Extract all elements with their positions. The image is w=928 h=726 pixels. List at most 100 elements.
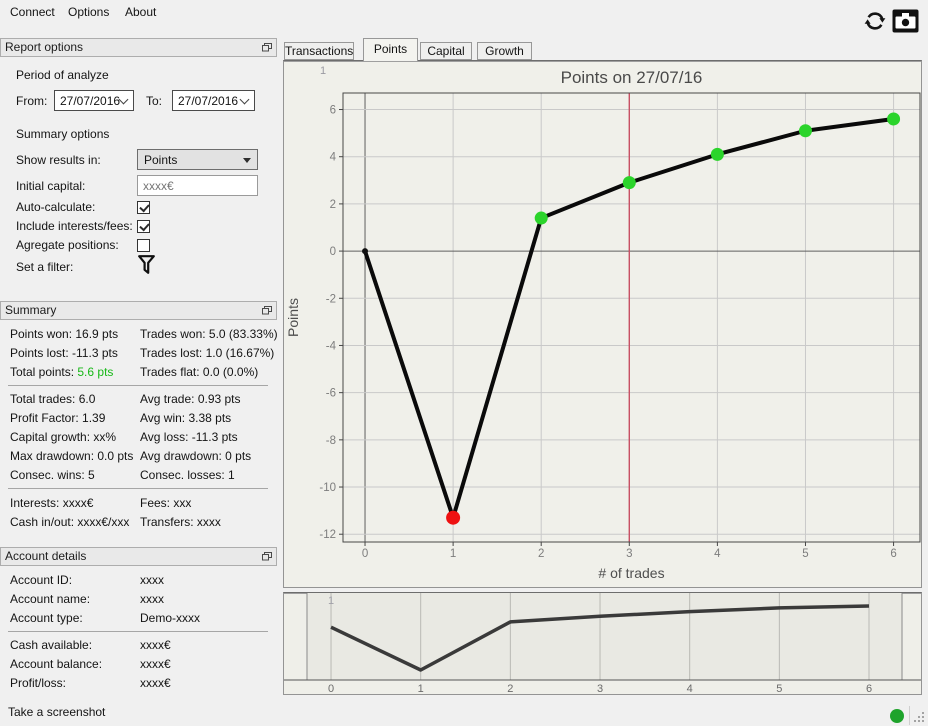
summary-header: Summary xyxy=(0,301,277,320)
menu-connect[interactable]: Connect xyxy=(6,3,59,21)
data-point xyxy=(622,176,636,190)
overview-chart-panel: 012345601 xyxy=(283,592,922,695)
agregate-positions-label: Agregate positions: xyxy=(16,238,119,252)
x-axis-label: # of trades xyxy=(598,565,664,581)
refresh-button[interactable] xyxy=(863,9,887,33)
initial-capital-label: Initial capital: xyxy=(16,179,86,193)
overview-tick-label: 5 xyxy=(776,683,782,694)
summary-options-label: Summary options xyxy=(16,127,110,141)
row-right: Avg win: 3.38 pts xyxy=(140,411,232,425)
row-left: Account ID: xyxy=(10,573,73,587)
data-row: Cash available: xxxx€ xyxy=(0,636,277,655)
separator xyxy=(8,631,268,632)
row-left: Consec. wins: 5 xyxy=(10,468,95,482)
menu-options[interactable]: Options xyxy=(64,3,113,21)
data-row: Total points: 5.6 pts Trades flat: 0.0 (0… xyxy=(0,363,277,382)
data-row: Max drawdown: 0.0 pts Avg drawdown: 0 pts xyxy=(0,447,277,466)
include-interests-checkbox[interactable] xyxy=(137,220,150,233)
separator xyxy=(8,385,268,386)
from-date-field[interactable]: 27/07/2016 xyxy=(54,90,134,111)
data-point xyxy=(362,248,369,255)
svg-text:3: 3 xyxy=(626,548,632,560)
data-row: Account type: Demo-xxxx xyxy=(0,609,277,628)
from-date-value: 27/07/2016 xyxy=(60,94,121,108)
overview-tick-label: 0 xyxy=(328,683,334,694)
svg-text:0: 0 xyxy=(330,246,336,258)
row-left: Account balance: xyxy=(10,657,103,671)
filter-funnel-icon xyxy=(138,255,155,274)
svg-text:2: 2 xyxy=(330,199,336,211)
float-panel-icon xyxy=(262,43,272,52)
row-left: Profit Factor: 1.39 xyxy=(10,411,106,425)
summary-group-stats: Total trades: 6.0 Avg trade: 0.93 pts Prof… xyxy=(0,390,277,485)
row-right: Trades won: 5.0 (83.33%) xyxy=(140,327,278,341)
float-panel-button[interactable] xyxy=(262,552,272,561)
data-row: Profit/loss: xxxx€ xyxy=(0,674,277,693)
row-right: Fees: xxx xyxy=(140,496,192,510)
row-left: Cash available: xyxy=(10,638,93,652)
tab-capital[interactable]: Capital xyxy=(420,42,472,60)
row-right: Avg trade: 0.93 pts xyxy=(140,392,241,406)
svg-text:-6: -6 xyxy=(326,388,336,400)
row-right: xxxx xyxy=(140,592,164,606)
svg-text:0: 0 xyxy=(362,548,368,560)
data-row: Consec. wins: 5 Consec. losses: 1 xyxy=(0,466,277,485)
overview-line-chart: 012345601 xyxy=(284,593,921,694)
chevron-down-icon[interactable] xyxy=(239,94,250,105)
tab-transactions[interactable]: Transactions xyxy=(284,42,354,60)
show-results-label: Show results in: xyxy=(16,153,101,167)
row-left: Profit/loss: xyxy=(10,676,67,690)
row-right: xxxx€ xyxy=(140,638,171,652)
float-panel-icon xyxy=(262,306,272,315)
row-left: Account type: xyxy=(10,611,83,625)
show-results-dropdown[interactable]: Points xyxy=(137,149,258,170)
row-left: Account name: xyxy=(10,592,91,606)
account-group-identity: Account ID: xxxx Account name: xxxx Account … xyxy=(0,571,277,628)
svg-text:-8: -8 xyxy=(326,435,336,447)
menu-about[interactable]: About xyxy=(121,3,160,21)
filter-button[interactable] xyxy=(138,255,155,275)
tab-growth[interactable]: Growth xyxy=(477,42,532,60)
row-left: Cash in/out: xxxx€/xxx xyxy=(10,515,130,529)
row-right: xxxx€ xyxy=(140,676,171,690)
row-right: xxxx€ xyxy=(140,657,171,671)
row-right: Consec. losses: 1 xyxy=(140,468,235,482)
data-row: Account name: xxxx xyxy=(0,590,277,609)
float-panel-button[interactable] xyxy=(262,306,272,315)
svg-text:5: 5 xyxy=(802,548,808,560)
float-panel-button[interactable] xyxy=(262,43,272,52)
svg-text:6: 6 xyxy=(890,548,896,560)
to-date-field[interactable]: 27/07/2016 xyxy=(172,90,255,111)
data-point xyxy=(446,510,461,525)
data-point xyxy=(798,124,812,138)
agregate-positions-checkbox[interactable] xyxy=(137,239,150,252)
svg-text:-12: -12 xyxy=(319,529,336,541)
initial-capital-input[interactable] xyxy=(137,175,258,196)
row-left: Max drawdown: 0.0 pts xyxy=(10,449,134,463)
screenshot-button[interactable] xyxy=(892,9,919,33)
separator xyxy=(8,488,268,489)
window-resize-grip[interactable] xyxy=(912,709,926,724)
auto-calculate-checkbox[interactable] xyxy=(137,201,150,214)
set-filter-label: Set a filter: xyxy=(16,260,74,274)
data-row: Interests: xxxx€ Fees: xxx xyxy=(0,494,277,513)
include-interests-label: Include interests/fees: xyxy=(16,219,133,233)
row-left: Total trades: 6.0 xyxy=(10,392,96,406)
overview-tick-label: 1 xyxy=(418,683,424,694)
row-left: Interests: xxxx€ xyxy=(10,496,94,510)
summary-group-cash: Interests: xxxx€ Fees: xxx Cash in/out: xx… xyxy=(0,494,277,532)
row-left: Capital growth: xx% xyxy=(10,430,117,444)
auto-calculate-label: Auto-calculate: xyxy=(16,200,96,214)
from-label: From: xyxy=(16,94,48,108)
overview-tick-label: 3 xyxy=(597,683,603,694)
row-right: xxxx xyxy=(140,573,164,587)
svg-text:2: 2 xyxy=(538,548,544,560)
show-results-value: Points xyxy=(144,153,178,167)
refresh-icon xyxy=(864,12,886,30)
account-group-balances: Cash available: xxxx€ Account balance: xxxx… xyxy=(0,636,277,693)
account-details-header: Account details xyxy=(0,547,277,566)
summary-title: Summary xyxy=(5,303,57,317)
float-panel-icon xyxy=(262,552,272,561)
axis-ticks: 0 1 2 3 4 5 6 6 4 2 0 -2 -4 -6 -8 -10 -12 xyxy=(319,105,896,560)
tab-points[interactable]: Points xyxy=(363,38,418,61)
